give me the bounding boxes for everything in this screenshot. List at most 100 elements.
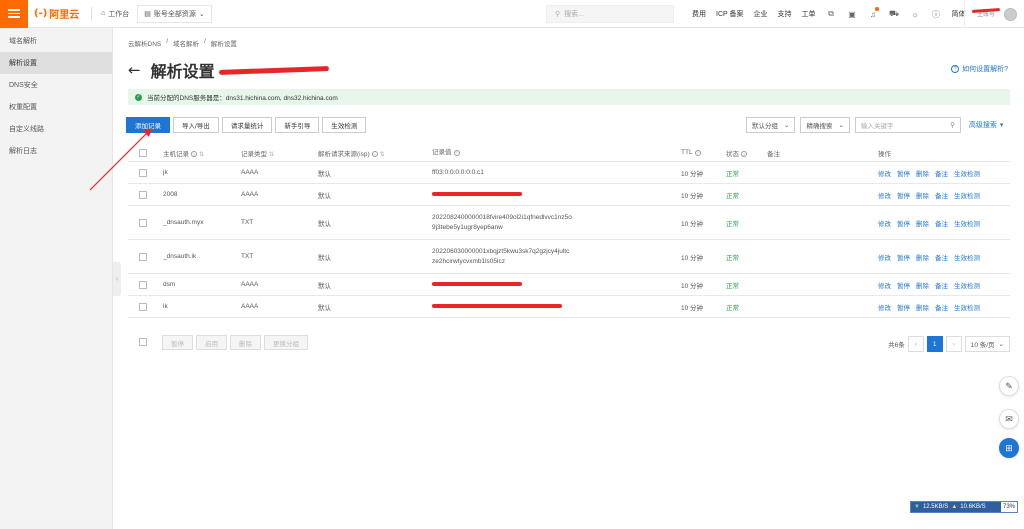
page-size-select[interactable]: 10 条/页 ⌄ [964, 336, 1010, 352]
row-checkbox[interactable] [139, 168, 147, 177]
sort-icon[interactable]: ⇅ [269, 152, 274, 158]
op-edit-link[interactable]: 修改 [878, 168, 891, 178]
advanced-search-link[interactable]: 高级搜索 ▾ [969, 120, 1004, 130]
edit-float-button[interactable]: ✎ [999, 376, 1019, 396]
account-resources-dropdown[interactable]: ▤ 账号全部资源 ⌄ [137, 4, 212, 23]
op-pause-link[interactable]: 暂停 [897, 252, 910, 262]
row-checkbox[interactable] [139, 302, 147, 311]
record-line: 默认 [318, 192, 331, 200]
breadcrumb-domain[interactable]: 域名解析 [173, 38, 199, 48]
op-check-link[interactable]: 生效检测 [954, 302, 980, 312]
op-pause-link[interactable]: 暂停 [897, 280, 910, 290]
grid-icon: ⊞ [1005, 442, 1013, 453]
op-pause-link[interactable]: 暂停 [897, 168, 910, 178]
op-edit-link[interactable]: 修改 [878, 218, 891, 228]
op-note-link[interactable]: 备注 [935, 218, 948, 228]
select-all-checkbox[interactable] [139, 148, 147, 157]
record-ttl: 10 分钟 [681, 192, 704, 200]
op-note-link[interactable]: 备注 [935, 168, 948, 178]
apps-float-button[interactable]: ⊞ [999, 438, 1019, 458]
table-row: jk AAAA 默认 ff03:0:0:0:0:0:0:c1 10 分钟 正常 … [128, 162, 1010, 184]
op-note-link[interactable]: 备注 [935, 280, 948, 290]
sidebar-collapse-handle[interactable]: ‹ [113, 262, 121, 296]
workbench-link[interactable]: ⌂ 工作台 [97, 9, 133, 19]
effect-check-button[interactable]: 生效检测 [322, 117, 367, 133]
bulk-delete-button[interactable]: 删除 [230, 335, 261, 350]
feedback-float-button[interactable]: ✉ [999, 409, 1019, 429]
lightbulb-icon[interactable]: ☼ [905, 0, 926, 28]
aliyun-logo[interactable]: (-) 阿里云 [34, 6, 86, 21]
search-mode-value: 精确搜索 [806, 123, 833, 130]
select-all-checkbox-bottom[interactable] [139, 338, 147, 346]
request-stats-button[interactable]: 请求量统计 [221, 117, 273, 133]
back-arrow-icon[interactable]: ← [128, 61, 141, 79]
nav-icp[interactable]: ICP 备案 [711, 9, 749, 19]
op-check-link[interactable]: 生效检测 [954, 190, 980, 200]
add-record-button[interactable]: 添加记录 [126, 117, 170, 133]
op-delete-link[interactable]: 删除 [916, 280, 929, 290]
row-checkbox[interactable] [139, 280, 147, 289]
sort-icon[interactable]: ⇅ [380, 152, 385, 158]
op-edit-link[interactable]: 修改 [878, 252, 891, 262]
breadcrumb-dns[interactable]: 云解析DNS [128, 38, 161, 48]
row-checkbox[interactable] [139, 218, 147, 227]
bulk-pause-button[interactable]: 暂停 [162, 335, 193, 350]
breadcrumb-sep: / [204, 38, 206, 45]
sidebar-item-weight-config[interactable]: 权重配置 [0, 96, 112, 118]
import-export-button[interactable]: 导入/导出 [173, 117, 219, 133]
keyword-input[interactable]: 输入关键字 ⚲ [854, 117, 961, 133]
sidebar-item-domain-resolution[interactable]: 域名解析 [0, 30, 112, 52]
terminal-icon[interactable]: ⧉ [821, 0, 842, 28]
menu-icon[interactable] [0, 0, 28, 28]
op-delete-link[interactable]: 删除 [916, 218, 929, 228]
search-icon[interactable]: ⚲ [950, 121, 955, 129]
op-note-link[interactable]: 备注 [935, 302, 948, 312]
bulk-enable-button[interactable]: 启用 [196, 335, 227, 350]
op-pause-link[interactable]: 暂停 [897, 302, 910, 312]
op-note-link[interactable]: 备注 [935, 190, 948, 200]
bulk-change-group-button[interactable]: 更换分组 [264, 335, 308, 350]
op-check-link[interactable]: 生效检测 [954, 168, 980, 178]
how-to-setup-link[interactable]: ? 如何设置解析? [951, 64, 1008, 74]
op-delete-link[interactable]: 删除 [916, 168, 929, 178]
record-ttl: 10 分钟 [681, 254, 704, 262]
page-1-button[interactable]: 1 [926, 336, 943, 352]
prev-page-button[interactable]: ‹ [907, 336, 924, 352]
group-select[interactable]: 默认分组 ⌄ [746, 117, 796, 133]
global-search-input[interactable]: ⚲ 搜索... [546, 5, 674, 23]
nav-enterprise[interactable]: 企业 [749, 9, 773, 19]
next-page-button[interactable]: › [945, 336, 962, 352]
avatar[interactable] [1004, 7, 1017, 21]
sort-icon[interactable]: ⇅ [199, 152, 204, 158]
sidebar-item-dns-security[interactable]: DNS安全 [0, 74, 112, 96]
nav-billing[interactable]: 费用 [687, 9, 711, 19]
user-menu[interactable]: 主账号 [964, 0, 1024, 28]
op-edit-link[interactable]: 修改 [878, 280, 891, 290]
op-delete-link[interactable]: 删除 [916, 190, 929, 200]
op-pause-link[interactable]: 暂停 [897, 190, 910, 200]
op-check-link[interactable]: 生效检测 [954, 218, 980, 228]
help-icon[interactable]: ⓘ [926, 0, 947, 28]
nav-ticket[interactable]: 工单 [797, 9, 821, 19]
row-checkbox[interactable] [139, 190, 147, 199]
op-edit-link[interactable]: 修改 [878, 190, 891, 200]
record-type: AAAA [241, 303, 259, 310]
sidebar-item-resolution-settings[interactable]: 解析设置 [0, 52, 112, 74]
op-delete-link[interactable]: 删除 [916, 252, 929, 262]
op-delete-link[interactable]: 删除 [916, 302, 929, 312]
nav-support[interactable]: 支持 [773, 9, 797, 19]
record-value-cell [432, 280, 572, 289]
image-icon[interactable]: ▣ [842, 0, 863, 28]
sidebar-item-resolution-log[interactable]: 解析日志 [0, 140, 112, 162]
beginner-guide-button[interactable]: 新手引导 [275, 117, 320, 133]
op-pause-link[interactable]: 暂停 [897, 218, 910, 228]
bell-icon[interactable]: ♫ [863, 0, 884, 28]
op-check-link[interactable]: 生效检测 [954, 252, 980, 262]
row-checkbox[interactable] [139, 252, 147, 261]
op-check-link[interactable]: 生效检测 [954, 280, 980, 290]
cart-icon[interactable]: ⛟ [884, 0, 905, 28]
search-mode-select[interactable]: 精确搜索 ⌄ [800, 117, 850, 133]
op-edit-link[interactable]: 修改 [878, 302, 891, 312]
sidebar-item-custom-line[interactable]: 自定义线路 [0, 118, 112, 140]
op-note-link[interactable]: 备注 [935, 252, 948, 262]
